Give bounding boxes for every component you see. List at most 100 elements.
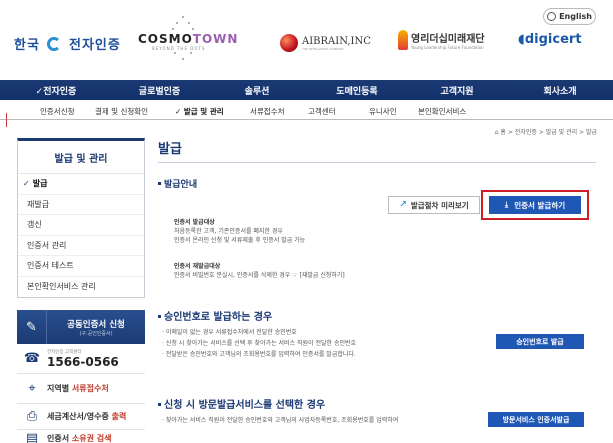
cert-apply-title: 공동인증서 신청 — [67, 319, 125, 330]
logo-text-cert: 전자인증 — [68, 38, 121, 53]
tax-highlight: 출력 — [111, 412, 127, 421]
section-title-text: 신청 시 방문발급서비스를 선택한 경우 — [164, 400, 326, 411]
issue-cert-button[interactable]: ⤓ 인증서 발급하기 — [489, 196, 581, 214]
phone-icon: ☎ — [23, 351, 41, 366]
section-visit-service: 신청 시 방문발급서비스를 선택한 경우 찾아가는 서비스 직원이 전달한 승인… — [158, 396, 596, 427]
sidebar-item-label: 발급 — [32, 179, 48, 189]
reissue-link[interactable]: 인증서 비밀번호 분실시, 인증서를 삭제한 경우 ☞ [재발급 신청하기] — [174, 272, 345, 279]
young-tagline: Young Leadership Future Foundation — [411, 45, 484, 50]
issue-target-title: 인증서 발급대상 — [174, 219, 215, 226]
tax-print-link[interactable]: ⎙ 세금계산서/영수증 출력 — [17, 404, 145, 430]
section-title: 신청 시 방문발급서비스를 선택한 경우 — [158, 396, 596, 411]
site-header: 한국 전자인증 COSMOTOWN BEYOND THE DOTS AIBRAI… — [0, 0, 613, 80]
crosscert-logo[interactable]: 한국 전자인증 — [14, 34, 121, 53]
reissue-target-title: 인증서 재발급대상 — [174, 263, 221, 270]
aibrain-ball-icon — [280, 34, 298, 52]
logo-text-korea: 한국 — [14, 38, 40, 53]
main-content: 발급 발급안내 ↗ 발급절차 미리보기 ⤓ 인증서 발급하기 인증서 발급대상 … — [158, 138, 596, 427]
lnb-item-docs[interactable]: 서류접수처 — [250, 106, 285, 117]
cosmo-tagline: BEYOND THE DOTS — [152, 46, 206, 51]
document-icon: ▤ — [25, 430, 39, 443]
list-item: 전달받은 승인번호와 고객님의 조회용번호를 입력하여 인증서를 발급합니다. — [158, 349, 596, 360]
cosmo-text: COSMO — [138, 32, 193, 46]
lnb-item-payment[interactable]: 결제 및 신청확인 — [95, 106, 148, 117]
cert-apply-subtitle: (구.공인인증서) — [79, 330, 113, 337]
preview-process-button[interactable]: ↗ 발급절차 미리보기 — [388, 196, 480, 214]
sidebar-title: 발급 및 관리 — [18, 141, 144, 174]
cert-search-link[interactable]: ▤ 인증서 소유권 검색 — [17, 430, 145, 443]
lnb-item-apply[interactable]: 인증서신청 — [40, 106, 75, 117]
gnb-item-domain[interactable]: 도메인등록 — [307, 80, 407, 100]
sidebar-item-test[interactable]: 인증서 테스트 — [18, 256, 144, 277]
gnb-item-global[interactable]: 글로벌인증 — [112, 80, 207, 100]
printer-icon: ⎙ — [26, 409, 38, 424]
cosmotown-logo[interactable]: COSMOTOWN BEYOND THE DOTS — [138, 32, 237, 60]
lnb-item-unisign[interactable]: 유니사인 — [369, 106, 397, 117]
aibrain-logo[interactable]: AIBRAIN,INC THE INTELLIGENT COMPANY — [280, 34, 371, 52]
bullet-square-icon — [158, 182, 161, 185]
lnb-item-identity[interactable]: 본인확인서비스 — [418, 106, 466, 117]
section-title: 발급안내 — [164, 180, 198, 190]
english-button[interactable]: English — [543, 8, 596, 25]
gnb-item-support[interactable]: 고객지원 — [407, 80, 507, 100]
lnb-item-issue[interactable]: ✓ 발급 및 관리 — [175, 106, 224, 117]
download-icon: ⤓ — [504, 200, 509, 209]
sidebar-item-manage[interactable]: 인증서 관리 — [18, 236, 144, 256]
sidebar-item-reissue[interactable]: 재발급 — [18, 195, 144, 215]
sidebar: 발급 및 관리 ✓ 발급 재발급 갱신 인증서 관리 인증서 테스트 본인확인서비… — [17, 138, 145, 443]
cert-search-highlight: 소유권 검색 — [71, 433, 112, 443]
edit-icon: ✎ — [17, 310, 47, 344]
aibrain-text: AIBRAIN,INC — [302, 35, 371, 47]
section-title-text: 승인번호로 발급하는 경우 — [164, 312, 273, 323]
english-label: English — [559, 12, 592, 21]
preview-label: 발급절차 미리보기 — [410, 200, 469, 210]
map-icon: ⌖ — [28, 381, 36, 396]
cert-apply-button[interactable]: ✎ 공동인증서 신청 (구.공인인증서) — [17, 310, 145, 344]
sub-nav: 인증서신청 결제 및 신청확인 ✓ 발급 및 관리 서류접수처 고객센터 유니사… — [0, 100, 613, 120]
page-title: 발급 — [158, 138, 596, 163]
focus-marker — [6, 113, 7, 127]
visit-issue-button[interactable]: 방문서비스 인증서발급 — [488, 412, 584, 427]
chart-icon: ↗ — [399, 200, 407, 210]
branch-text: 지역별 — [47, 384, 70, 393]
phone-contact[interactable]: ☎ 전자인증 고객센터 1566-0566 — [17, 344, 145, 374]
approval-issue-button[interactable]: 승인번호로 발급 — [496, 334, 584, 349]
sidebar-menu: 발급 및 관리 ✓ 발급 재발급 갱신 인증서 관리 인증서 테스트 본인확인서비… — [17, 138, 145, 298]
breadcrumb: ⌂ 홈 > 전자인증 > 발급 및 관리 > 발급 — [494, 129, 597, 136]
town-text: TOWN — [192, 32, 239, 46]
young-figure-icon — [398, 30, 408, 50]
young-text: 영리더십미래재단 — [411, 34, 485, 45]
logo-mark-icon — [47, 37, 62, 51]
section-title: 승인번호로 발급하는 경우 — [158, 308, 596, 323]
aibrain-tagline: THE INTELLIGENT COMPANY — [302, 46, 345, 51]
issue-cert-label: 인증서 발급하기 — [514, 200, 566, 210]
branch-highlight: 서류접수처 — [71, 384, 109, 393]
globe-icon — [547, 12, 557, 21]
bullet-square-icon — [158, 315, 161, 318]
lnb-item-service[interactable]: 고객센터 — [308, 106, 336, 117]
sidebar-item-renew[interactable]: 갱신 — [18, 215, 144, 236]
phone-number: 1566-0566 — [47, 354, 119, 369]
gnb-item-company[interactable]: 회사소개 — [507, 80, 613, 100]
digicert-text: digicert — [524, 32, 582, 47]
issue-action-row: ↗ 발급절차 미리보기 ⤓ 인증서 발급하기 — [158, 190, 596, 220]
digicert-c-icon: ◖ — [518, 32, 525, 47]
issue-target-block: 인증서 발급대상 처음등록한 고객, 기존인증서를 폐지한 경우 인증서 온라인… — [174, 218, 305, 245]
highlight-frame: ⤓ 인증서 발급하기 — [481, 190, 589, 220]
branch-link[interactable]: ⌖ 지역별 서류접수처 — [17, 374, 145, 404]
gnb-item-solution[interactable]: 솔루션 — [207, 80, 307, 100]
section-issue-guide: 발급안내 — [158, 177, 596, 190]
tax-text: 세금계산서/영수증 — [47, 412, 109, 421]
cert-search-text: 인증서 — [47, 433, 70, 443]
sidebar-item-identity[interactable]: 본인확인서비스 관리 — [18, 277, 144, 298]
sidebar-item-issue[interactable]: ✓ 발급 — [18, 174, 144, 195]
issue-target-line: 인증서 온라인 신청 및 서류제출 후 인증서 발급 가능 — [174, 237, 306, 244]
young-leadership-logo[interactable]: 영리더십미래재단 Young Leadership Future Foundat… — [398, 30, 485, 50]
main-nav: ✓전자인증 글로벌인증 솔루션 도메인등록 고객지원 회사소개 — [0, 80, 613, 100]
reissue-target-block: 인증서 재발급대상 인증서 비밀번호 분실시, 인증서를 삭제한 경우 ☞ [재… — [174, 262, 345, 280]
bullet-square-icon — [158, 403, 161, 406]
issue-target-line: 처음등록한 고객, 기존인증서를 폐지한 경우 — [174, 228, 283, 235]
check-icon: ✓ — [23, 179, 30, 189]
gnb-item-cert[interactable]: ✓전자인증 — [0, 80, 112, 100]
digicert-logo[interactable]: ◖digicert — [518, 32, 582, 47]
